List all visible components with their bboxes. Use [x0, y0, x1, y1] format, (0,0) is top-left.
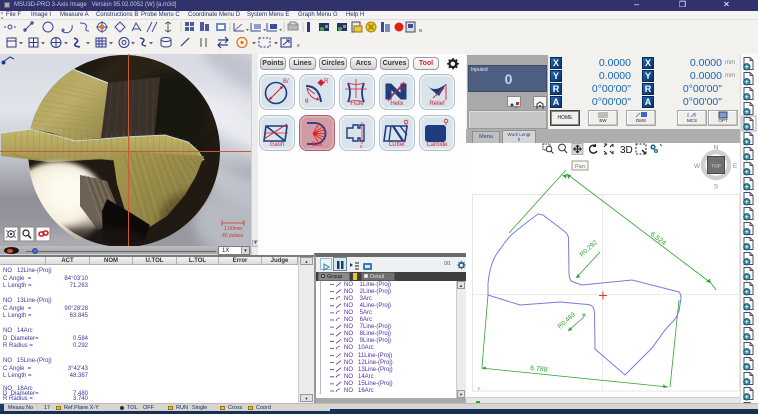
svg-text:TOP: TOP [711, 164, 720, 169]
svg-text:Y: Y [477, 387, 481, 393]
svg-text:R0.469: R0.469 [557, 311, 578, 330]
svg-text:W: W [694, 163, 701, 170]
svg-text:R0.292: R0.292 [579, 239, 600, 258]
svg-text:B/: B/ [283, 79, 289, 85]
svg-text:Pan: Pan [575, 164, 585, 170]
svg-text:3D: 3D [620, 145, 633, 156]
svg-text:1.00mm: 1.00mm [224, 226, 242, 232]
svg-text:c: c [360, 144, 363, 150]
svg-text:θ: θ [305, 98, 309, 105]
svg-text:β: β [387, 86, 390, 92]
svg-text:S: S [714, 184, 719, 191]
svg-text:R: R [324, 79, 329, 85]
svg-text:6.524: 6.524 [649, 231, 667, 247]
svg-text:β: β [402, 86, 405, 92]
svg-text:6.788: 6.788 [530, 365, 548, 374]
svg-text:40 pulses: 40 pulses [222, 233, 244, 239]
svg-text:N: N [714, 145, 719, 152]
svg-text:E: E [733, 163, 738, 170]
